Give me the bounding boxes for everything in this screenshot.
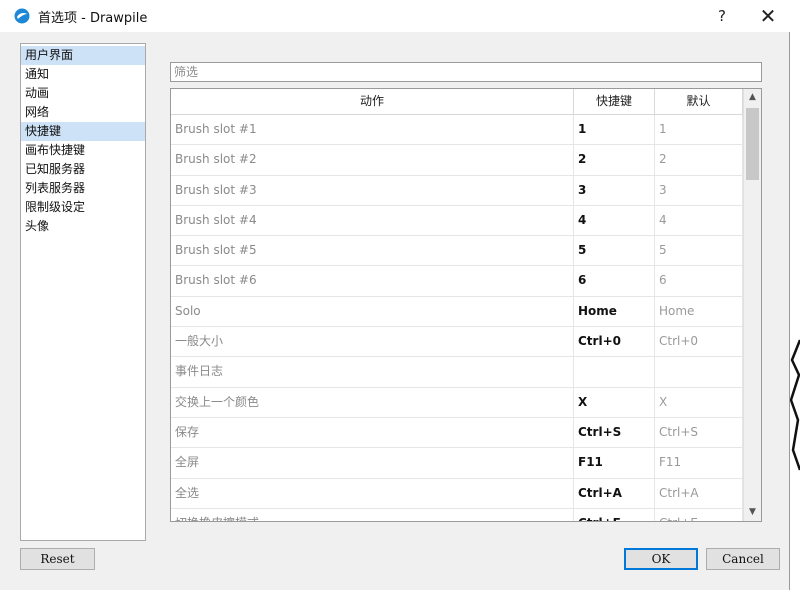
- sidebar-item-avatars[interactable]: 头像: [21, 217, 145, 236]
- vertical-scrollbar[interactable]: ▲ ▼: [743, 89, 761, 521]
- action-cell: Brush slot #4: [171, 205, 574, 236]
- scrollbar-thumb[interactable]: [746, 108, 759, 180]
- default-cell: 2: [655, 145, 743, 175]
- action-cell: 交换上一个颜色: [171, 387, 574, 417]
- action-cell: Solo: [171, 296, 574, 327]
- reset-button[interactable]: Reset: [20, 548, 95, 570]
- default-cell: 1: [655, 115, 743, 145]
- table-row[interactable]: Solo Home Home: [171, 296, 743, 328]
- action-cell: Brush slot #2: [171, 145, 574, 175]
- table-header: 动作 快捷键 默认: [171, 89, 743, 115]
- shortcut-cell[interactable]: F11: [574, 448, 655, 478]
- action-cell: 全屏: [171, 448, 574, 478]
- default-cell: [655, 357, 743, 387]
- table-row[interactable]: 全选 Ctrl+A Ctrl+A: [171, 478, 743, 509]
- default-cell: Ctrl+E: [655, 508, 743, 521]
- column-header-action[interactable]: 动作: [171, 89, 574, 114]
- shortcut-cell[interactable]: [574, 357, 655, 387]
- table-row[interactable]: 一般大小 Ctrl+0 Ctrl+0: [171, 327, 743, 358]
- filter-input[interactable]: [170, 62, 762, 82]
- sidebar-item-canvas-shortcuts[interactable]: 画布快捷键: [21, 141, 145, 160]
- table-row[interactable]: Brush slot #5 5 5: [171, 236, 743, 267]
- close-icon[interactable]: ✕: [750, 3, 786, 29]
- shortcut-cell[interactable]: Ctrl+S: [574, 417, 655, 448]
- help-icon[interactable]: ?: [704, 3, 740, 29]
- shortcut-cell[interactable]: 6: [574, 266, 655, 296]
- background-drawing: [790, 339, 800, 471]
- shortcut-cell[interactable]: 2: [574, 145, 655, 175]
- scroll-down-arrow-icon[interactable]: ▼: [744, 504, 761, 521]
- action-cell: 事件日志: [171, 357, 574, 387]
- action-cell: 全选: [171, 478, 574, 508]
- sidebar-item-notifications[interactable]: 通知: [21, 65, 145, 84]
- default-cell: F11: [655, 448, 743, 478]
- default-cell: Home: [655, 296, 743, 327]
- shortcuts-table: 动作 快捷键 默认 Brush slot #1 1 1 Brush slot #2 2 2…: [170, 88, 762, 522]
- sidebar-item-ui[interactable]: 用户界面: [21, 46, 145, 65]
- table-row[interactable]: 保存 Ctrl+S Ctrl+S: [171, 417, 743, 449]
- table-row[interactable]: 事件日志: [171, 357, 743, 388]
- table-row[interactable]: 全屏 F11 F11: [171, 448, 743, 479]
- drawpile-app-icon: [14, 8, 30, 24]
- default-cell: Ctrl+A: [655, 478, 743, 508]
- default-cell: Ctrl+0: [655, 327, 743, 357]
- sidebar-item-shortcuts[interactable]: 快捷键: [21, 122, 145, 141]
- preferences-dialog: 首选项 - Drawpile ? ✕ 用户界面 通知 动画 网络 快捷键 画布快…: [0, 0, 790, 590]
- shortcut-cell[interactable]: 5: [574, 236, 655, 266]
- shortcut-cell[interactable]: Home: [574, 296, 655, 327]
- action-cell: 保存: [171, 417, 574, 448]
- column-header-default[interactable]: 默认: [655, 89, 743, 114]
- sidebar-item-list-servers[interactable]: 列表服务器: [21, 179, 145, 198]
- sidebar-item-nsfm-settings[interactable]: 限制级设定: [21, 198, 145, 217]
- default-cell: 4: [655, 205, 743, 236]
- shortcut-cell[interactable]: 4: [574, 205, 655, 236]
- shortcut-cell[interactable]: Ctrl+E: [574, 508, 655, 521]
- shortcut-cell[interactable]: Ctrl+A: [574, 478, 655, 508]
- ok-button[interactable]: OK: [624, 548, 698, 570]
- shortcut-cell[interactable]: 3: [574, 175, 655, 205]
- table-row[interactable]: Brush slot #3 3 3: [171, 175, 743, 206]
- default-cell: 5: [655, 236, 743, 266]
- sidebar-item-known-servers[interactable]: 已知服务器: [21, 160, 145, 179]
- action-cell: Brush slot #3: [171, 175, 574, 205]
- cancel-button[interactable]: Cancel: [706, 548, 780, 570]
- default-cell: 6: [655, 266, 743, 296]
- action-cell: 一般大小: [171, 327, 574, 357]
- shortcut-cell[interactable]: Ctrl+0: [574, 327, 655, 357]
- table-row[interactable]: Brush slot #1 1 1: [171, 115, 743, 146]
- table-row[interactable]: Brush slot #4 4 4: [171, 205, 743, 237]
- table-row[interactable]: Brush slot #6 6 6: [171, 266, 743, 297]
- title-bar[interactable]: 首选项 - Drawpile ? ✕: [0, 0, 790, 32]
- table-row[interactable]: 交换上一个颜色 X X: [171, 387, 743, 418]
- table-row[interactable]: 切换橡皮擦模式Ctrl+ECtrl+E: [171, 508, 743, 521]
- window-title: 首选项 - Drawpile: [38, 11, 148, 26]
- scroll-up-arrow-icon[interactable]: ▲: [744, 89, 761, 106]
- shortcut-cell[interactable]: 1: [574, 115, 655, 145]
- table-body: Brush slot #1 1 1 Brush slot #2 2 2 Brush slot…: [171, 115, 743, 521]
- table-row[interactable]: Brush slot #2 2 2: [171, 145, 743, 176]
- default-cell: X: [655, 387, 743, 417]
- sidebar-item-animation[interactable]: 动画: [21, 84, 145, 103]
- column-header-shortcut[interactable]: 快捷键: [574, 89, 655, 114]
- default-cell: Ctrl+S: [655, 417, 743, 448]
- sidebar-item-network[interactable]: 网络: [21, 103, 145, 122]
- action-cell: Brush slot #6: [171, 266, 574, 296]
- default-cell: 3: [655, 175, 743, 205]
- action-cell: 切换橡皮擦模式: [171, 508, 574, 521]
- action-cell: Brush slot #5: [171, 236, 574, 266]
- action-cell: Brush slot #1: [171, 115, 574, 145]
- category-list: 用户界面 通知 动画 网络 快捷键 画布快捷键 已知服务器 列表服务器 限制级设…: [20, 43, 146, 541]
- shortcut-cell[interactable]: X: [574, 387, 655, 417]
